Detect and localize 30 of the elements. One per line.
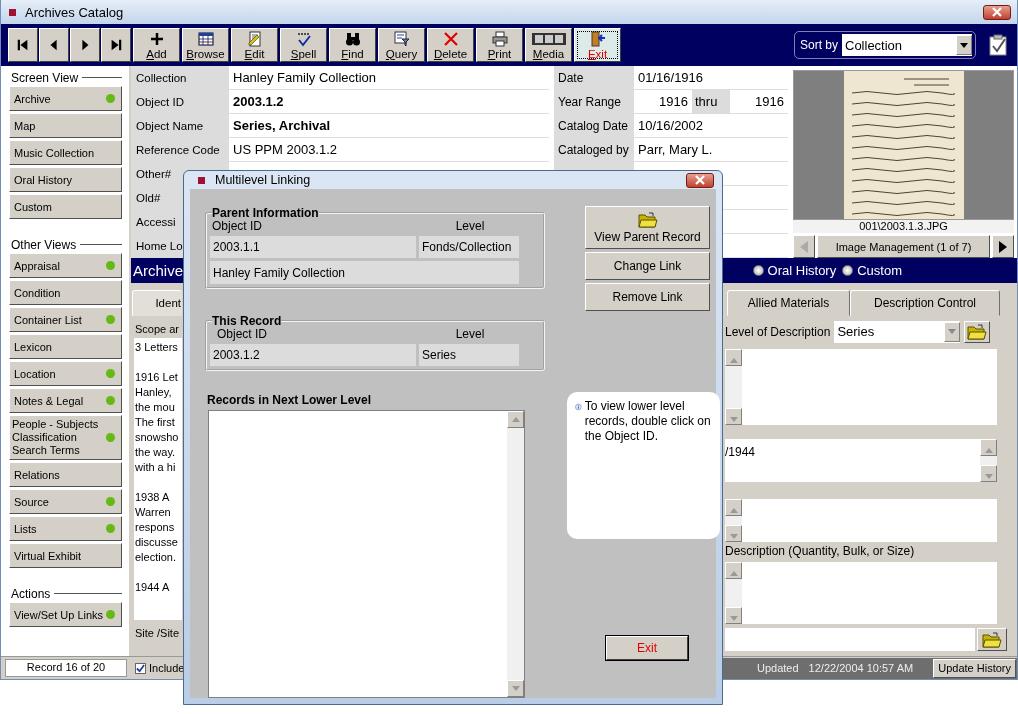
field-label: Site /Site (134, 626, 181, 641)
level-field: Series (419, 344, 519, 366)
level-field: Fonds/Collection (419, 236, 519, 258)
sort-label: Sort by (800, 38, 838, 52)
field-label: Object ID (131, 90, 229, 114)
updated-time: 12/22/2004 10:57 AM (808, 662, 914, 674)
column-header: Object ID (216, 328, 268, 341)
window-title: Archives Catalog (25, 4, 124, 20)
field-label: Level of Description (725, 324, 831, 339)
record-counter: Record 16 of 20 (5, 659, 127, 677)
section-heading: Actions (11, 586, 51, 601)
list-title: Records in Next Lower Level (207, 393, 373, 407)
field-label: Scope ar (134, 322, 181, 337)
range-label: thru (692, 90, 730, 113)
info-text: To view lower level records, double click on the Object ID. (584, 399, 712, 444)
object-id-field: 2003.1.1 (210, 236, 416, 258)
view-title: Archive (133, 262, 184, 279)
name-field: Hanley Family Collection (210, 261, 519, 284)
field-label: Reference Code (131, 138, 229, 162)
group-title: This Record (212, 314, 282, 328)
field-label: Object Name (131, 114, 229, 138)
section-heading: Screen View (11, 70, 79, 85)
object-id-field: 2003.1.2 (210, 344, 416, 366)
column-header: Level (454, 220, 486, 233)
image-caption: 001\2003.1.3.JPG (793, 220, 1014, 233)
field-label: Collection (131, 66, 229, 90)
field-label: Description (Quantity, Bulk, or Size) (725, 543, 916, 560)
updated-label: Updated (757, 662, 799, 674)
column-header: Level (454, 328, 486, 341)
section-heading: Other Views (11, 237, 77, 252)
